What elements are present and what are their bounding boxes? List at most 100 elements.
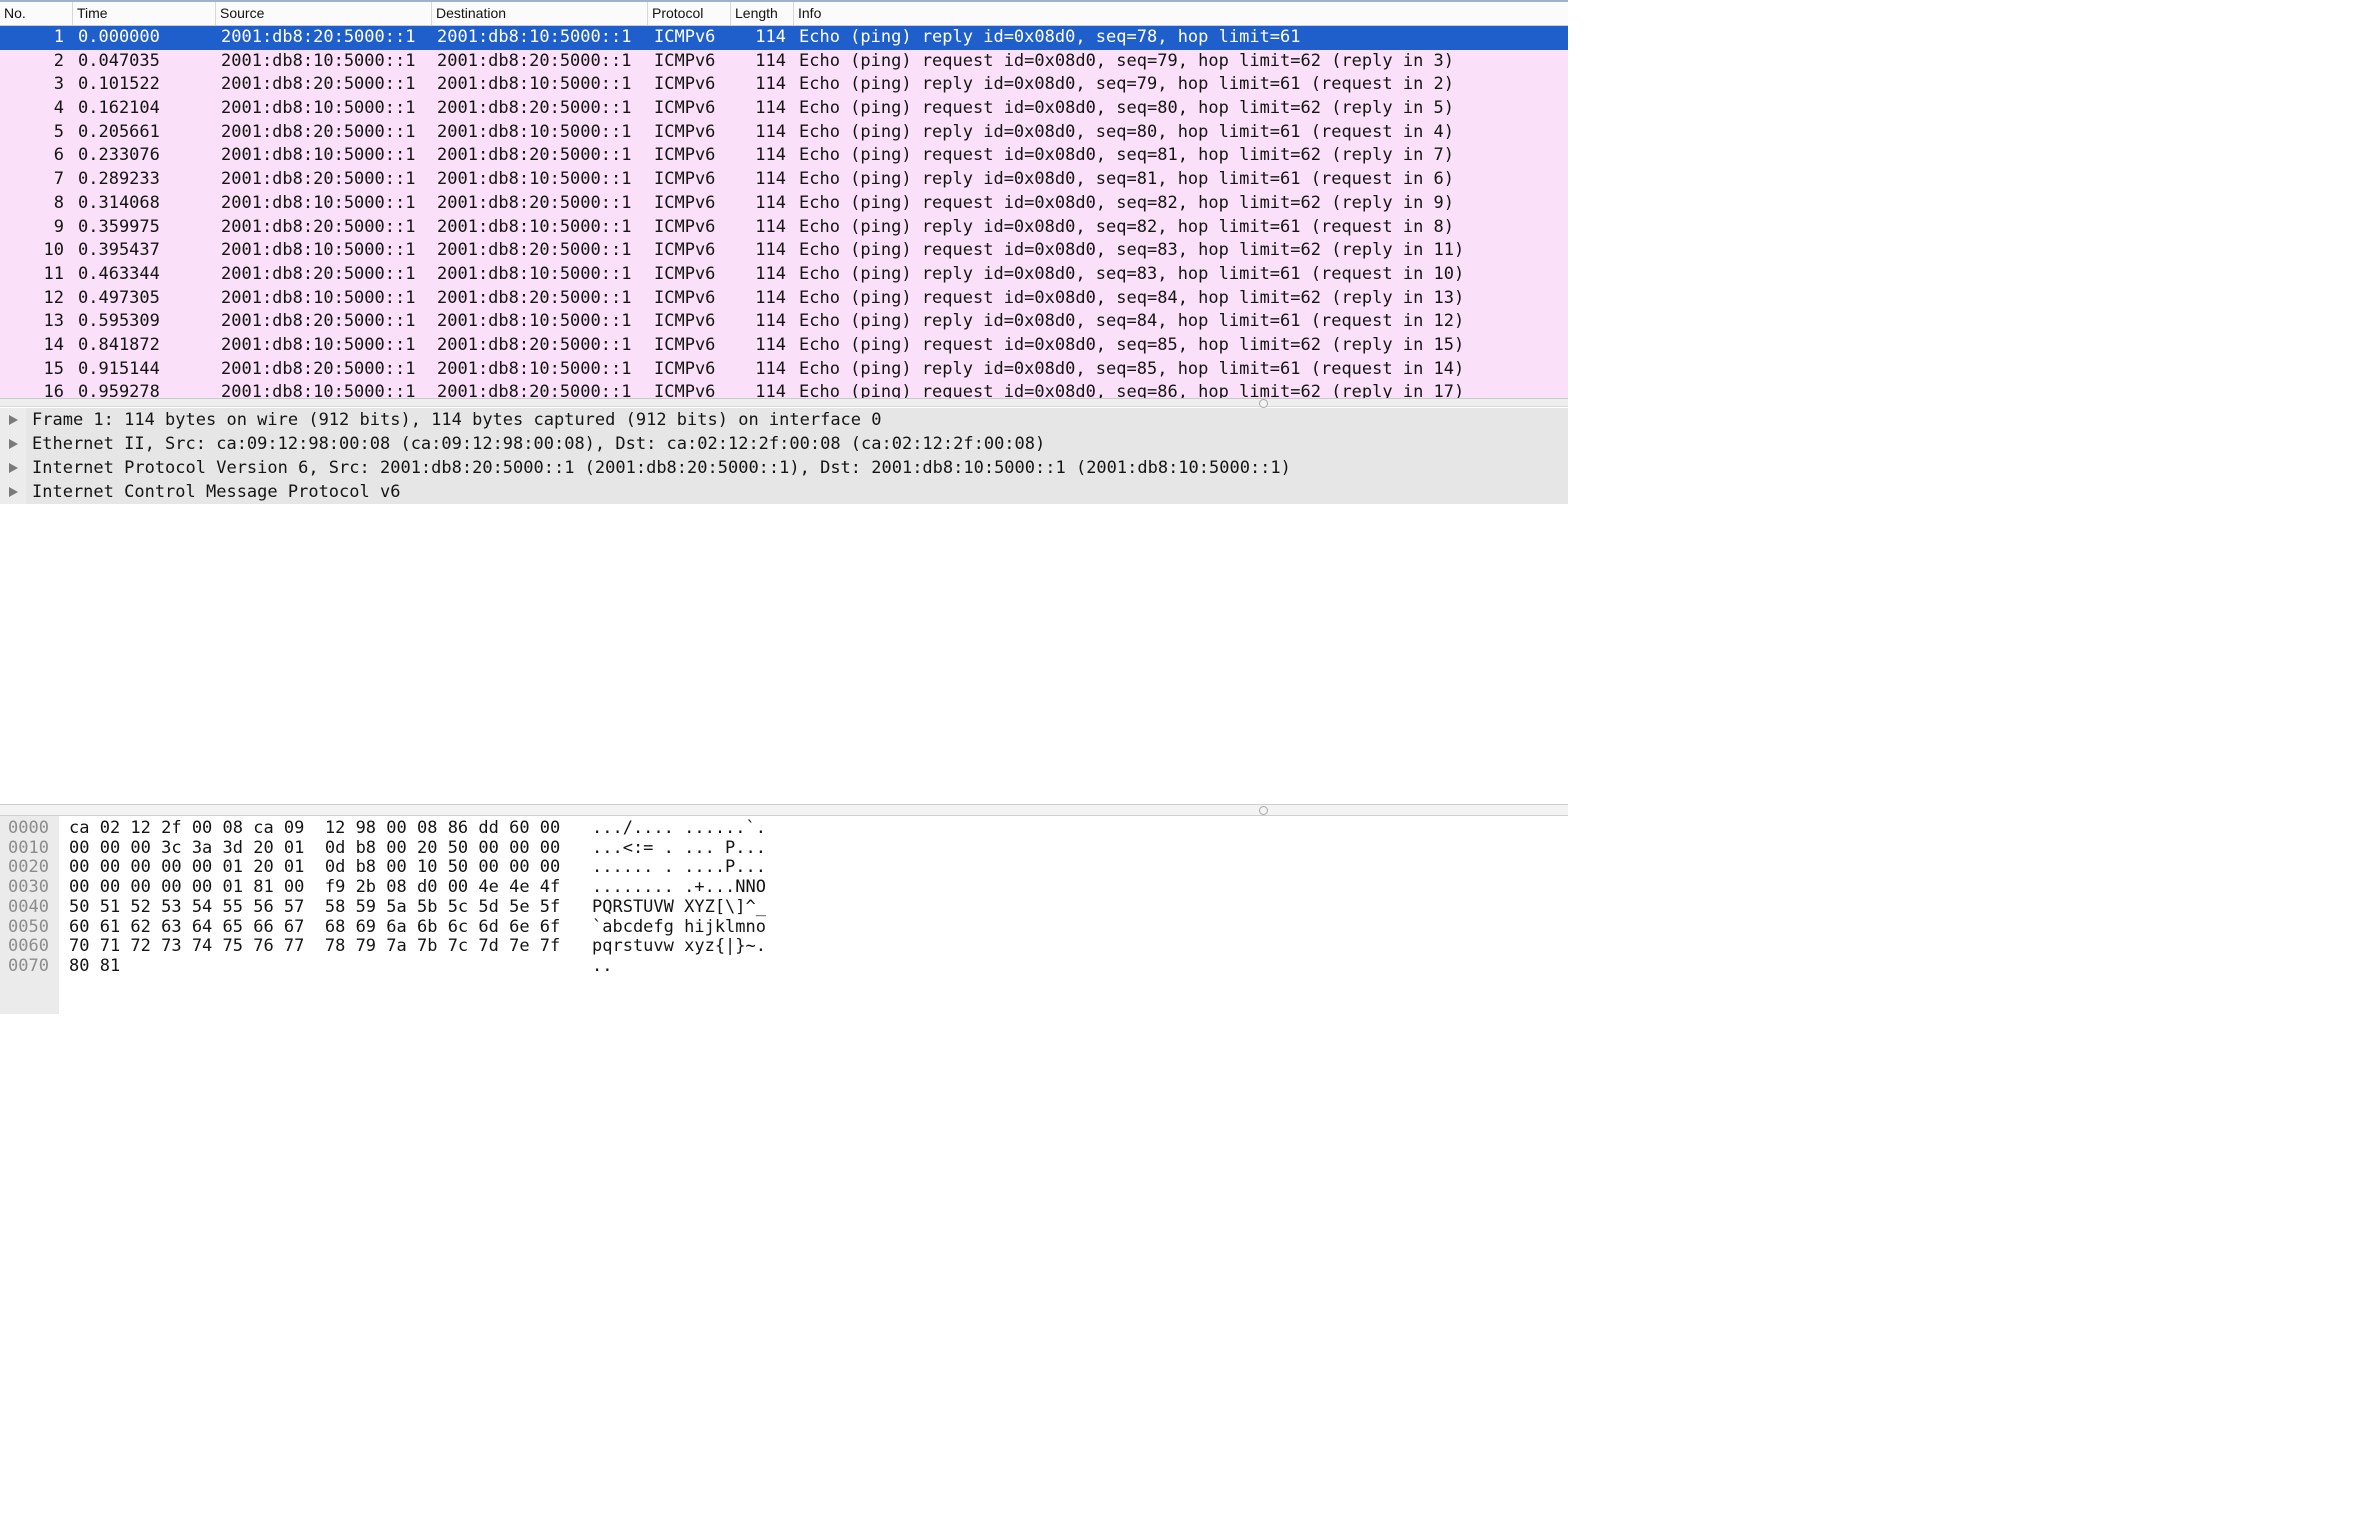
packet-destination: 2001:db8:20:5000::1 bbox=[437, 145, 632, 166]
packet-protocol: ICMPv6 bbox=[654, 74, 716, 95]
column-header-time[interactable]: Time bbox=[72, 2, 215, 25]
bytes-offset: 0050 bbox=[8, 916, 49, 937]
packet-destination: 2001:db8:20:5000::1 bbox=[437, 287, 632, 308]
bytes-hex[interactable]: 70 71 72 73 74 75 76 77 78 79 7a 7b 7c 7… bbox=[69, 936, 560, 956]
packet-row[interactable]: 6 0.233076 2001:db8:10:5000::1 2001:db8:20:… bbox=[0, 144, 1568, 169]
bytes-ascii[interactable]: ...... . ....P... bbox=[592, 857, 766, 877]
packet-time: 0.101522 bbox=[78, 74, 160, 95]
triangle-right-icon[interactable] bbox=[0, 456, 26, 480]
packet-row[interactable]: 8 0.314068 2001:db8:10:5000::1 2001:db8:20:… bbox=[0, 191, 1568, 216]
packet-row[interactable]: 10 0.395437 2001:db8:10:5000::1 2001:db8:20… bbox=[0, 239, 1568, 263]
packet-destination: 2001:db8:20:5000::1 bbox=[437, 334, 632, 355]
packet-no: 11 bbox=[43, 263, 64, 284]
packet-source: 2001:db8:10:5000::1 bbox=[221, 192, 416, 213]
details-tree-item[interactable]: Internet Control Message Protocol v6 bbox=[0, 480, 1568, 504]
bytes-hex[interactable]: 80 81 bbox=[69, 956, 120, 976]
packet-row[interactable]: 11 0.463344 2001:db8:20:5000::1 2001:db8:10… bbox=[0, 262, 1568, 287]
packet-info: Echo (ping) request id=0x08d0, seq=84, h… bbox=[799, 287, 1465, 308]
packet-no: 5 bbox=[53, 121, 64, 142]
packet-no: 1 bbox=[53, 27, 64, 47]
packet-destination: 2001:db8:20:5000::1 bbox=[437, 98, 632, 119]
packet-time: 0.314068 bbox=[78, 192, 160, 213]
packet-length: 114 bbox=[755, 74, 786, 95]
packet-list-header: No. Time Source Destination Protocol Len… bbox=[0, 2, 1568, 26]
bytes-ascii[interactable]: .. bbox=[592, 956, 612, 976]
details-bytes-splitter[interactable] bbox=[0, 804, 1568, 816]
packet-info: Echo (ping) request id=0x08d0, seq=86, h… bbox=[799, 382, 1465, 398]
triangle-right-icon[interactable] bbox=[0, 408, 26, 432]
packet-list-splitter[interactable] bbox=[0, 398, 1568, 408]
packet-source: 2001:db8:10:5000::1 bbox=[221, 98, 416, 119]
packet-source: 2001:db8:20:5000::1 bbox=[221, 358, 416, 379]
packet-bytes-pane[interactable]: 0000 ca 02 12 2f 00 08 ca 09 12 98 00 08 … bbox=[0, 816, 1568, 1014]
packet-protocol: ICMPv6 bbox=[654, 192, 716, 213]
packet-details-tree[interactable]: Frame 1: 114 bytes on wire (912 bits), 1… bbox=[0, 408, 1568, 804]
packet-row[interactable]: 1 0.000000 2001:db8:20:5000::1 2001:db8:10:… bbox=[0, 26, 1568, 50]
packet-row[interactable]: 5 0.205661 2001:db8:20:5000::1 2001:db8:10:… bbox=[0, 120, 1568, 145]
column-header-length[interactable]: Length bbox=[730, 2, 793, 25]
packet-protocol: ICMPv6 bbox=[654, 311, 716, 332]
packet-no: 8 bbox=[53, 192, 64, 213]
packet-protocol: ICMPv6 bbox=[654, 98, 716, 119]
packet-protocol: ICMPv6 bbox=[654, 334, 716, 355]
packet-row[interactable]: 13 0.595309 2001:db8:20:5000::1 2001:db8:10… bbox=[0, 310, 1568, 334]
packet-info: Echo (ping) reply id=0x08d0, seq=84, hop… bbox=[799, 311, 1465, 332]
details-tree-item[interactable]: Frame 1: 114 bytes on wire (912 bits), 1… bbox=[0, 408, 1568, 432]
packet-row[interactable]: 12 0.497305 2001:db8:10:5000::1 2001:db8:20… bbox=[0, 286, 1568, 311]
triangle-right-icon[interactable] bbox=[0, 480, 26, 504]
bytes-ascii[interactable]: pqrstuvw xyz{|}~. bbox=[592, 936, 766, 956]
packet-info: Echo (ping) reply id=0x08d0, seq=80, hop… bbox=[799, 121, 1455, 142]
packet-destination: 2001:db8:20:5000::1 bbox=[437, 50, 632, 71]
packet-protocol: ICMPv6 bbox=[654, 358, 716, 379]
packet-row[interactable]: 16 0.959278 2001:db8:10:5000::1 2001:db8:20… bbox=[0, 381, 1568, 398]
column-header-source[interactable]: Source bbox=[215, 2, 431, 25]
bytes-ascii[interactable]: .../.... ......`. bbox=[592, 818, 766, 838]
packet-length: 114 bbox=[755, 98, 786, 119]
packet-row[interactable]: 9 0.359975 2001:db8:20:5000::1 2001:db8:10:… bbox=[0, 215, 1568, 240]
triangle-right-icon[interactable] bbox=[0, 432, 26, 456]
bytes-hex[interactable]: 00 00 00 3c 3a 3d 20 01 0d b8 00 20 50 0… bbox=[69, 838, 560, 858]
column-header-protocol[interactable]: Protocol bbox=[647, 2, 730, 25]
column-header-no[interactable]: No. bbox=[0, 2, 72, 25]
packet-row[interactable]: 3 0.101522 2001:db8:20:5000::1 2001:db8:10:… bbox=[0, 73, 1568, 98]
packet-row[interactable]: 4 0.162104 2001:db8:10:5000::1 2001:db8:20:… bbox=[0, 97, 1568, 121]
packet-source: 2001:db8:20:5000::1 bbox=[221, 169, 416, 190]
packet-time: 0.595309 bbox=[78, 311, 160, 332]
packet-protocol: ICMPv6 bbox=[654, 240, 716, 261]
details-tree-label: Ethernet II, Src: ca:09:12:98:00:08 (ca:… bbox=[26, 432, 1568, 456]
bytes-ascii[interactable]: ...<:= . ... P... bbox=[592, 838, 766, 858]
details-tree-item[interactable]: Internet Protocol Version 6, Src: 2001:d… bbox=[0, 456, 1568, 480]
packet-info: Echo (ping) reply id=0x08d0, seq=78, hop… bbox=[799, 27, 1301, 47]
bytes-hex[interactable]: 50 51 52 53 54 55 56 57 58 59 5a 5b 5c 5… bbox=[69, 897, 560, 917]
column-header-destination[interactable]: Destination bbox=[431, 2, 647, 25]
bytes-hex[interactable]: 00 00 00 00 00 01 20 01 0d b8 00 10 50 0… bbox=[69, 857, 560, 877]
packet-row[interactable]: 7 0.289233 2001:db8:20:5000::1 2001:db8:10:… bbox=[0, 168, 1568, 192]
packet-source: 2001:db8:10:5000::1 bbox=[221, 145, 416, 166]
bytes-hex[interactable]: 60 61 62 63 64 65 66 67 68 69 6a 6b 6c 6… bbox=[69, 917, 560, 937]
packet-time: 0.463344 bbox=[78, 263, 160, 284]
bytes-ascii[interactable]: PQRSTUVW XYZ[\]^_ bbox=[592, 897, 766, 917]
column-header-info[interactable]: Info bbox=[793, 2, 1568, 25]
bytes-hex[interactable]: 00 00 00 00 00 01 81 00 f9 2b 08 d0 00 4… bbox=[69, 877, 560, 897]
packet-source: 2001:db8:20:5000::1 bbox=[221, 74, 416, 95]
splitter-handle-icon[interactable] bbox=[1259, 806, 1268, 815]
packet-no: 4 bbox=[53, 98, 64, 119]
packet-list[interactable]: 1 0.000000 2001:db8:20:5000::1 2001:db8:10:… bbox=[0, 26, 1568, 398]
bytes-ascii[interactable]: `abcdefg hijklmno bbox=[592, 917, 766, 937]
bytes-ascii[interactable]: ........ .+...NNO bbox=[592, 877, 766, 897]
splitter-handle-icon[interactable] bbox=[1259, 399, 1268, 408]
packet-info: Echo (ping) request id=0x08d0, seq=82, h… bbox=[799, 192, 1455, 213]
packet-protocol: ICMPv6 bbox=[654, 382, 716, 398]
packet-row[interactable]: 14 0.841872 2001:db8:10:5000::1 2001:db8:20… bbox=[0, 333, 1568, 358]
bytes-hex[interactable]: ca 02 12 2f 00 08 ca 09 12 98 00 08 86 d… bbox=[69, 818, 560, 838]
packet-row[interactable]: 2 0.047035 2001:db8:10:5000::1 2001:db8:20:… bbox=[0, 49, 1568, 74]
packet-source: 2001:db8:10:5000::1 bbox=[221, 334, 416, 355]
packet-destination: 2001:db8:10:5000::1 bbox=[437, 263, 632, 284]
packet-source: 2001:db8:10:5000::1 bbox=[221, 287, 416, 308]
packet-row[interactable]: 15 0.915144 2001:db8:20:5000::1 2001:db8:10… bbox=[0, 357, 1568, 382]
packet-info: Echo (ping) request id=0x08d0, seq=83, h… bbox=[799, 240, 1465, 261]
packet-time: 0.289233 bbox=[78, 169, 160, 190]
details-tree-item[interactable]: Ethernet II, Src: ca:09:12:98:00:08 (ca:… bbox=[0, 432, 1568, 456]
bytes-offset: 0020 bbox=[8, 857, 49, 878]
details-tree-label: Internet Protocol Version 6, Src: 2001:d… bbox=[26, 456, 1568, 480]
